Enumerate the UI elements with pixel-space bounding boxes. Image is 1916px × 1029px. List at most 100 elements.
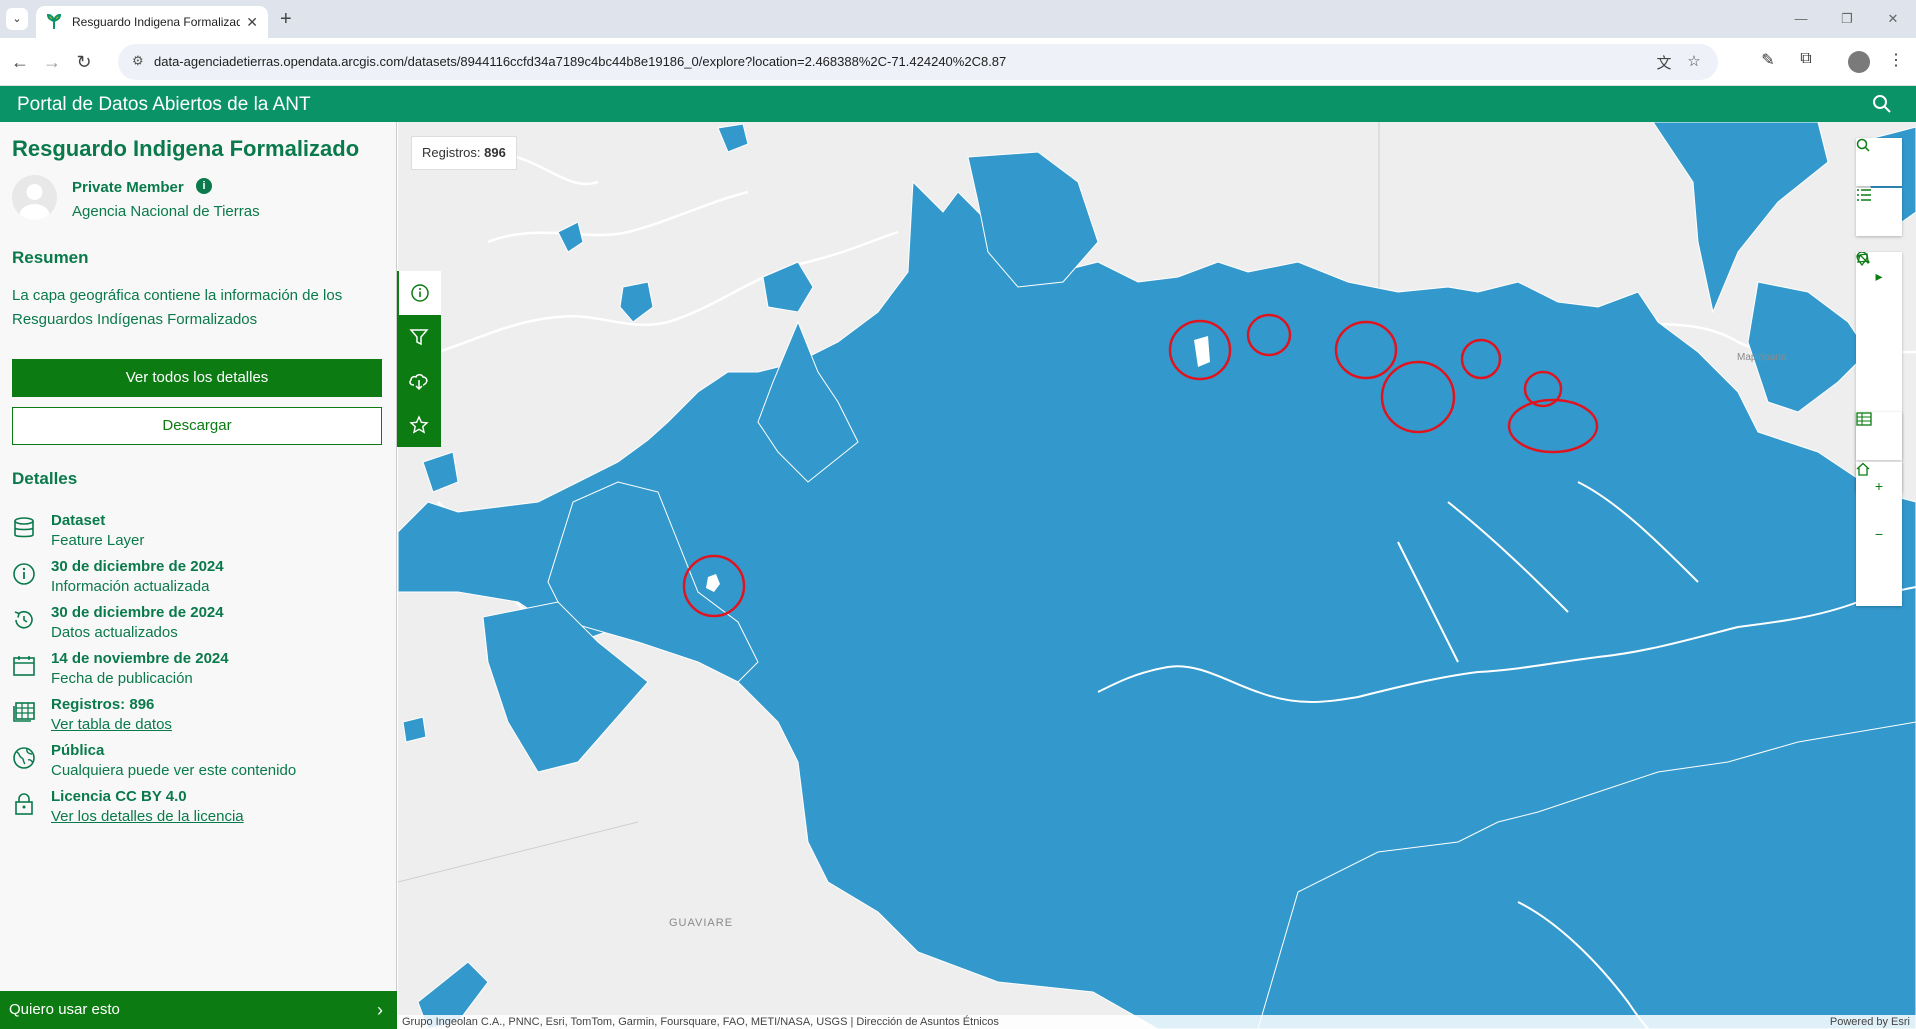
use-this-label: Quiero usar esto <box>9 1001 120 1018</box>
address-bar[interactable]: ⚙ data-agenciadetierras.opendata.arcgis.… <box>118 44 1718 80</box>
tab-close-icon[interactable]: ✕ <box>246 14 258 31</box>
detail-row-license: Licencia CC BY 4.0 Ver los detalles de l… <box>12 788 392 828</box>
details-heading: Detalles <box>12 469 78 488</box>
detail-strong: Pública <box>51 742 105 759</box>
legend-list-icon[interactable] <box>1856 188 1902 236</box>
lock-icon <box>15 793 33 815</box>
bookmark-star-icon[interactable]: ☆ <box>1684 52 1704 72</box>
tab-search-button[interactable]: ⌄ <box>6 8 28 30</box>
resguardo-small-polygon-a[interactable] <box>619 281 654 323</box>
info-icon[interactable]: i <box>196 178 212 194</box>
resguardo-small-north-polygon[interactable] <box>762 261 814 313</box>
detail-sub: Datos actualizados <box>51 624 178 641</box>
restore-button[interactable]: ❐ <box>1824 0 1870 38</box>
info-icon <box>411 284 429 302</box>
dataset-title: Resguardo Indigena Formalizado <box>12 136 360 161</box>
map-table-toolbar <box>1856 412 1902 460</box>
detail-strong: Dataset <box>51 512 106 529</box>
resguardo-east-polygon[interactable] <box>1747 281 1869 413</box>
favorite-tool-button[interactable] <box>397 403 441 447</box>
search-icon[interactable] <box>1872 94 1892 114</box>
filter-icon <box>409 329 429 346</box>
browser-menu-icon[interactable]: ⋮ <box>1884 50 1908 74</box>
detail-strong: 30 de diciembre de 2024 <box>51 604 224 621</box>
map-legend-toolbar <box>1856 188 1902 236</box>
avatar <box>12 175 57 220</box>
reload-button[interactable]: ↻ <box>72 50 96 74</box>
resguardo-northeast-polygon[interactable] <box>1652 122 1829 314</box>
detail-strong: 14 de noviembre de 2024 <box>51 650 229 667</box>
detail-row-records: Registros: 896 Ver tabla de datos <box>12 696 392 736</box>
dataset-tools-toolbar <box>397 271 441 447</box>
view-data-table-link[interactable]: Ver tabla de datos <box>51 716 172 733</box>
detail-sub: Información actualizada <box>51 578 210 595</box>
info-tool-button[interactable] <box>397 271 441 315</box>
database-icon <box>14 517 34 538</box>
map-zoom-toolbar: + − <box>1856 462 1902 606</box>
location-pin-icon[interactable] <box>1856 252 1902 348</box>
star-icon <box>409 415 429 434</box>
map-canvas[interactable] <box>398 122 1916 1029</box>
minimize-button[interactable]: — <box>1778 0 1824 38</box>
detail-sub: Cualquiera puede ver este contenido <box>51 762 297 779</box>
map-view[interactable]: Registros: 896 GUAVIARE Mapiripana Grupo… <box>398 122 1916 1029</box>
map-place-label: GUAVIARE <box>669 917 734 929</box>
url-text[interactable]: data-agenciadetierras.opendata.arcgis.co… <box>154 54 1006 69</box>
extensions-icon[interactable]: ⧉ <box>1794 50 1818 74</box>
detail-strong: Registros: 896 <box>51 696 155 713</box>
detail-sub: Fecha de publicación <box>51 670 193 687</box>
new-tab-button[interactable]: + <box>280 8 292 31</box>
profile-avatar[interactable] <box>1848 51 1870 73</box>
map-place-label: Mapiripana <box>1737 352 1787 363</box>
resguardo-small-polygon-d[interactable] <box>422 451 459 493</box>
powered-by-esri[interactable]: Powered by Esri <box>1830 1015 1910 1029</box>
back-button[interactable]: ← <box>8 50 32 74</box>
info-icon <box>13 563 35 585</box>
measure-line-icon[interactable] <box>1856 254 1902 396</box>
summary-heading: Resumen <box>12 248 89 267</box>
download-tool-button[interactable] <box>397 359 441 403</box>
dataset-sidebar: Resguardo Indigena Formalizado Private M… <box>0 122 397 1029</box>
map-search-toolbar <box>1856 138 1902 186</box>
detail-sub: Feature Layer <box>51 532 145 549</box>
download-button[interactable]: Descargar <box>12 407 382 445</box>
window-controls: — ❐ ✕ <box>1778 0 1916 38</box>
site-title[interactable]: Portal de Datos Abiertos de la ANT <box>17 94 311 116</box>
detail-row-published: 14 de noviembre de 2024 Fecha de publica… <box>12 650 392 690</box>
filter-tool-button[interactable] <box>397 315 441 359</box>
detail-row-data-updated: 30 de diciembre de 2024 Datos actualizad… <box>12 604 392 644</box>
eyedropper-icon[interactable]: ✎ <box>1756 50 1780 74</box>
close-window-button[interactable]: ✕ <box>1870 0 1916 38</box>
resguardo-small-polygon-c[interactable] <box>557 221 584 253</box>
records-label: Registros: <box>422 145 481 160</box>
summary-text: La capa geográfica contiene la informaci… <box>12 287 343 328</box>
map-search-icon[interactable] <box>1856 138 1902 186</box>
records-count-chip: Registros: 896 <box>411 136 517 170</box>
attribute-table-icon[interactable] <box>1856 412 1902 460</box>
owner-organization: Agencia Nacional de Tierras <box>72 203 260 220</box>
calendar-icon <box>13 656 35 676</box>
detail-row-dataset: Dataset Feature Layer <box>12 512 392 552</box>
browser-tab-bar: ⌄ Resguardo Indigena Formalizado ✕ + — ❐… <box>0 0 1916 38</box>
resguardo-polygons[interactable] <box>398 122 1916 1029</box>
history-icon <box>14 610 33 629</box>
forward-button[interactable]: → <box>40 50 64 74</box>
zoom-out-icon[interactable]: − <box>1856 510 1902 558</box>
globe-icon <box>13 747 35 769</box>
license-details-link[interactable]: Ver los detalles de la licencia <box>51 808 244 825</box>
records-count: 896 <box>484 145 506 160</box>
site-favicon-icon <box>46 14 62 29</box>
use-this-button[interactable]: Quiero usar esto › <box>0 991 397 1029</box>
view-all-details-button[interactable]: Ver todos los detalles <box>12 359 382 397</box>
browser-tab[interactable]: Resguardo Indigena Formalizado ✕ <box>36 6 268 38</box>
resguardo-small-polygon-b[interactable] <box>717 123 749 153</box>
tab-title: Resguardo Indigena Formalizado <box>72 15 241 29</box>
translate-icon[interactable]: 文 <box>1654 52 1674 72</box>
resguardo-small-polygon-e[interactable] <box>402 716 427 743</box>
site-info-icon[interactable]: ⚙ <box>132 53 150 71</box>
map-attribution: Grupo Ingeolan C.A., PNNC, Esri, TomTom,… <box>398 1015 1916 1029</box>
cloud-download-icon <box>409 374 428 391</box>
user-avatar-icon <box>19 184 50 220</box>
browser-toolbar: ← → ↻ ⚙ data-agenciadetierras.opendata.a… <box>0 38 1916 86</box>
home-icon[interactable] <box>1856 462 1902 606</box>
